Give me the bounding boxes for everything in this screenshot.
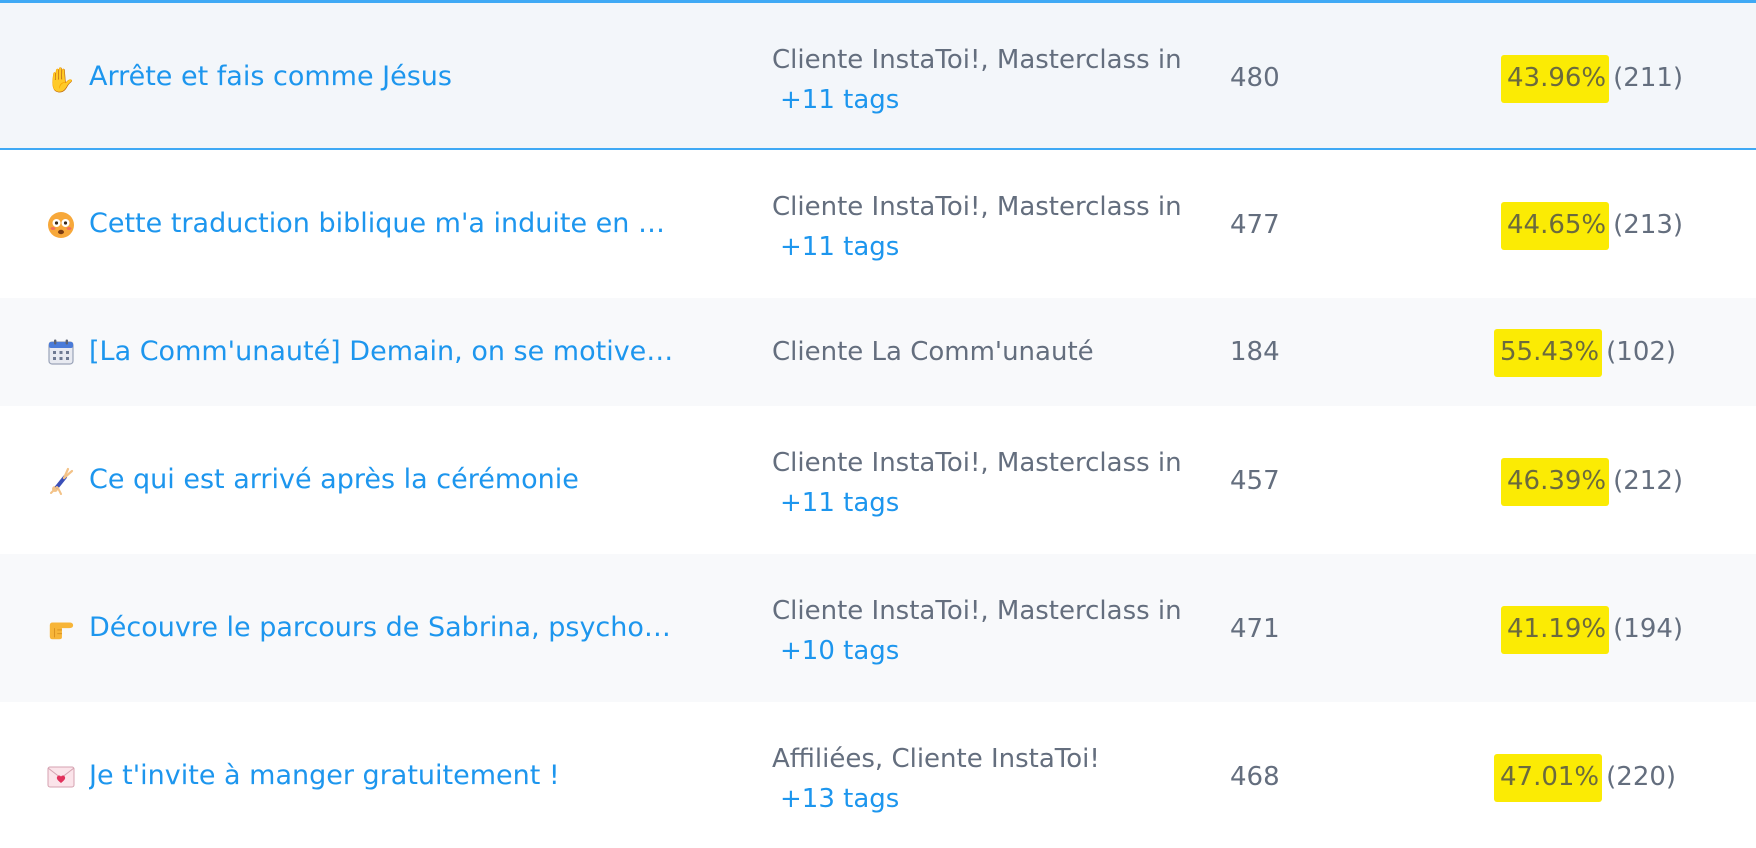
open-rate: 44.65% (213): [1501, 202, 1683, 250]
campaign-table: ✋ Arrête et fais comme Jésus Cliente Ins…: [0, 0, 1756, 848]
recipient-count: 480: [1230, 63, 1280, 93]
table-row[interactable]: Je t'invite à manger gratuitement ! Affi…: [0, 702, 1756, 848]
open-count: (220): [1606, 762, 1677, 792]
table-row[interactable]: [La Comm'unauté] Demain, on se motive po…: [0, 298, 1756, 406]
calendar-icon: [47, 338, 75, 366]
campaign-title-link[interactable]: [La Comm'unauté] Demain, on se motive po…: [89, 335, 677, 369]
more-tags-link[interactable]: +11 tags: [772, 483, 899, 523]
tag-list: Cliente InstaToi!, Masterclass instagram: [772, 448, 1182, 478]
recipient-count: 468: [1230, 762, 1280, 792]
open-rate-percent: 55.43%: [1494, 329, 1603, 377]
open-rate-percent: 43.96%: [1501, 55, 1610, 103]
open-count: (213): [1613, 210, 1684, 240]
campaign-title-link[interactable]: Ce qui est arrivé après la cérémonie: [89, 463, 679, 497]
open-rate: 41.19% (194): [1501, 606, 1683, 654]
recipient-count: 477: [1230, 210, 1280, 240]
flushed-face-icon: [47, 211, 75, 239]
open-rate-percent: 46.39%: [1501, 458, 1610, 506]
table-row[interactable]: Cette traduction biblique m'a induite en…: [0, 150, 1756, 298]
open-rate-percent: 47.01%: [1494, 754, 1603, 802]
open-count: (211): [1613, 63, 1684, 93]
table-row[interactable]: ✋ Arrête et fais comme Jésus Cliente Ins…: [0, 0, 1756, 150]
recipient-count: 457: [1230, 466, 1280, 496]
tag-list: Cliente InstaToi!, Masterclass instagram: [772, 45, 1182, 75]
open-count: (212): [1613, 466, 1684, 496]
tag-list: Cliente InstaToi!, Masterclass instagram: [772, 596, 1182, 626]
table-row[interactable]: Découvre le parcours de Sabrina, psychot…: [0, 554, 1756, 702]
open-rate-percent: 41.19%: [1501, 606, 1610, 654]
open-rate: 55.43% (102): [1494, 329, 1676, 377]
open-count: (102): [1606, 337, 1677, 367]
tags-cell: Cliente La Comm'unauté: [772, 332, 1182, 372]
campaign-title-link[interactable]: Cette traduction biblique m'a induite en…: [89, 207, 677, 241]
open-rate: 46.39% (212): [1501, 458, 1683, 506]
more-tags-link[interactable]: +13 tags: [772, 779, 899, 819]
tag-list: Affiliées, Cliente InstaToi!: [772, 744, 1100, 774]
cartwheel-icon: [47, 467, 75, 495]
tag-list: Cliente InstaToi!, Masterclass instagram: [772, 192, 1182, 222]
open-rate: 43.96% (211): [1501, 55, 1683, 103]
more-tags-link[interactable]: +11 tags: [772, 227, 899, 267]
more-tags-link[interactable]: +11 tags: [772, 80, 899, 120]
open-rate-percent: 44.65%: [1501, 202, 1610, 250]
tags-cell: Cliente InstaToi!, Masterclass instagram…: [772, 591, 1182, 671]
tags-cell: Cliente InstaToi!, Masterclass instagram…: [772, 187, 1182, 267]
more-tags-link[interactable]: +10 tags: [772, 631, 899, 671]
recipient-count: 471: [1230, 614, 1280, 644]
recipient-count: 184: [1230, 337, 1280, 367]
campaign-title-link[interactable]: Arrête et fais comme Jésus: [89, 60, 679, 94]
open-count: (194): [1613, 614, 1684, 644]
tags-cell: Cliente InstaToi!, Masterclass instagram…: [772, 40, 1182, 120]
pointing-right-icon: [47, 615, 75, 643]
open-rate: 47.01% (220): [1494, 754, 1676, 802]
table-row[interactable]: Ce qui est arrivé après la cérémonie Cli…: [0, 406, 1756, 554]
tags-cell: Affiliées, Cliente InstaToi! +13 tags: [772, 739, 1182, 819]
love-letter-icon: [47, 763, 75, 791]
raised-hand-icon: ✋: [46, 66, 76, 94]
campaign-title-link[interactable]: Je t'invite à manger gratuitement !: [89, 759, 679, 793]
tags-cell: Cliente InstaToi!, Masterclass instagram…: [772, 443, 1182, 523]
campaign-title-link[interactable]: Découvre le parcours de Sabrina, psychot…: [89, 611, 677, 645]
tag-list: Cliente La Comm'unauté: [772, 337, 1094, 367]
